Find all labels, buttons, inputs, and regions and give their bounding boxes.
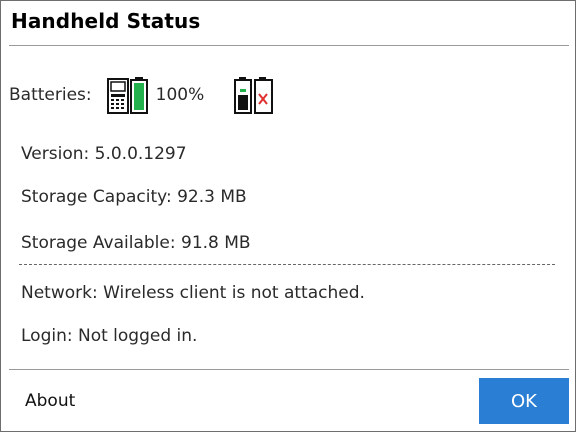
version-text: Version: 5.0.0.1297: [21, 144, 187, 164]
battery-pack-missing-icon: [234, 75, 276, 115]
handheld-battery-full-icon: [106, 75, 150, 115]
handheld-status-dialog: Handheld Status Batteries: 100% Version:…: [0, 0, 576, 432]
storage-available-text: Storage Available: 91.8 MB: [21, 233, 251, 253]
dialog-title: Handheld Status: [11, 9, 201, 33]
ok-button[interactable]: OK: [479, 378, 569, 424]
section-divider: [19, 264, 555, 265]
handheld-battery-percent: 100%: [155, 85, 205, 105]
footer-divider: [9, 369, 569, 370]
batteries-label: Batteries:: [9, 85, 92, 105]
network-status-text: Network: Wireless client is not attached…: [21, 283, 365, 303]
about-button[interactable]: About: [25, 391, 75, 411]
storage-capacity-text: Storage Capacity: 92.3 MB: [21, 187, 247, 207]
login-status-text: Login: Not logged in.: [21, 326, 198, 346]
title-divider: [9, 45, 569, 46]
batteries-row: Batteries: 100%: [9, 73, 276, 117]
